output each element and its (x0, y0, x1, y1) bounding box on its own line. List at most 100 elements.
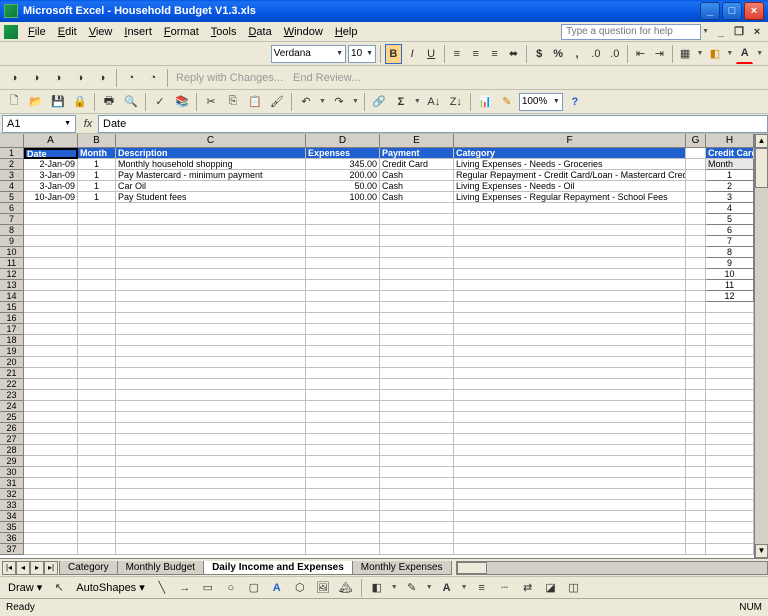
cell-E23[interactable] (380, 390, 454, 401)
cell-F12[interactable] (454, 269, 686, 280)
cell-D36[interactable] (306, 533, 380, 544)
cell-B32[interactable] (78, 489, 116, 500)
cell-F33[interactable] (454, 500, 686, 511)
sheet-tab-monthly-expenses[interactable]: Monthly Expenses (352, 561, 452, 575)
cell-G28[interactable] (686, 445, 706, 456)
row-header-23[interactable]: 23 (0, 390, 24, 401)
cell-D2[interactable]: 345.00 (306, 159, 380, 170)
cell-A19[interactable] (24, 346, 78, 357)
cell-F13[interactable] (454, 280, 686, 291)
cell-C6[interactable] (116, 203, 306, 214)
cell-A1[interactable]: Date (24, 148, 78, 159)
cell-F5[interactable]: Living Expenses - Regular Repayment - Sc… (454, 192, 686, 203)
cell-D14[interactable] (306, 291, 380, 302)
row-header-11[interactable]: 11 (0, 258, 24, 269)
col-header-B[interactable]: B (78, 134, 116, 148)
cell-D6[interactable] (306, 203, 380, 214)
cell-B13[interactable] (78, 280, 116, 291)
cell-G30[interactable] (686, 467, 706, 478)
align-right-button[interactable]: ≡ (486, 44, 503, 64)
cell-F19[interactable] (454, 346, 686, 357)
cell-B8[interactable] (78, 225, 116, 236)
cell-B2[interactable]: 1 (78, 159, 116, 170)
cell-H12[interactable]: 10 (706, 269, 754, 280)
cell-B25[interactable] (78, 412, 116, 423)
review-icon-2[interactable]: ◑ (26, 68, 46, 88)
row-header-17[interactable]: 17 (0, 324, 24, 335)
underline-button[interactable]: U (423, 44, 440, 64)
cell-A23[interactable] (24, 390, 78, 401)
cell-C34[interactable] (116, 511, 306, 522)
cell-H22[interactable] (706, 379, 754, 390)
cell-A33[interactable] (24, 500, 78, 511)
cell-G26[interactable] (686, 423, 706, 434)
merge-center-button[interactable]: ⬌ (505, 44, 522, 64)
cell-F15[interactable] (454, 302, 686, 313)
cell-H24[interactable] (706, 401, 754, 412)
row-header-30[interactable]: 30 (0, 467, 24, 478)
cell-G35[interactable] (686, 522, 706, 533)
cell-D17[interactable] (306, 324, 380, 335)
cell-G27[interactable] (686, 434, 706, 445)
cell-E32[interactable] (380, 489, 454, 500)
cell-D24[interactable] (306, 401, 380, 412)
cell-G16[interactable] (686, 313, 706, 324)
row-header-20[interactable]: 20 (0, 357, 24, 368)
font-color-draw-button[interactable]: A (437, 578, 457, 598)
cell-B9[interactable] (78, 236, 116, 247)
cell-G15[interactable] (686, 302, 706, 313)
cell-F30[interactable] (454, 467, 686, 478)
cell-G3[interactable] (686, 170, 706, 181)
cell-H6[interactable]: 4 (706, 203, 754, 214)
row-header-35[interactable]: 35 (0, 522, 24, 533)
menu-file[interactable]: File (22, 24, 52, 40)
cell-C12[interactable] (116, 269, 306, 280)
cell-C14[interactable] (116, 291, 306, 302)
cell-G2[interactable] (686, 159, 706, 170)
row-header-4[interactable]: 4 (0, 181, 24, 192)
menu-tools[interactable]: Tools (205, 24, 243, 40)
cell-A32[interactable] (24, 489, 78, 500)
cell-D21[interactable] (306, 368, 380, 379)
cell-E22[interactable] (380, 379, 454, 390)
cell-C5[interactable]: Pay Student fees (116, 192, 306, 203)
row-header-16[interactable]: 16 (0, 313, 24, 324)
cell-C1[interactable]: Description (116, 148, 306, 159)
cell-C32[interactable] (116, 489, 306, 500)
font-name-selector[interactable]: Verdana▼ (271, 45, 346, 63)
cell-H32[interactable] (706, 489, 754, 500)
cell-C35[interactable] (116, 522, 306, 533)
cell-H15[interactable] (706, 302, 754, 313)
sheet-tab-daily-income-and-expenses[interactable]: Daily Income and Expenses (203, 561, 353, 575)
end-review-button[interactable]: End Review... (289, 72, 364, 84)
cell-E21[interactable] (380, 368, 454, 379)
new-button[interactable]: 🗋 (4, 92, 24, 112)
cell-H1[interactable]: Credit Card (706, 148, 754, 159)
cell-A9[interactable] (24, 236, 78, 247)
row-header-6[interactable]: 6 (0, 203, 24, 214)
row-header-32[interactable]: 32 (0, 489, 24, 500)
cell-F22[interactable] (454, 379, 686, 390)
cell-B21[interactable] (78, 368, 116, 379)
row-header-37[interactable]: 37 (0, 544, 24, 555)
cell-F28[interactable] (454, 445, 686, 456)
cell-H20[interactable] (706, 357, 754, 368)
cell-E1[interactable]: Payment (380, 148, 454, 159)
cell-H25[interactable] (706, 412, 754, 423)
cell-B12[interactable] (78, 269, 116, 280)
cell-B4[interactable]: 1 (78, 181, 116, 192)
col-header-A[interactable]: A (24, 134, 78, 148)
cell-H18[interactable] (706, 335, 754, 346)
row-header-22[interactable]: 22 (0, 379, 24, 390)
currency-button[interactable]: $ (531, 44, 548, 64)
tab-nav-first[interactable]: |◂ (2, 561, 16, 575)
cell-A25[interactable] (24, 412, 78, 423)
cell-H9[interactable]: 7 (706, 236, 754, 247)
cell-C33[interactable] (116, 500, 306, 511)
tab-nav-next[interactable]: ▸ (30, 561, 44, 575)
cell-G18[interactable] (686, 335, 706, 346)
cell-F11[interactable] (454, 258, 686, 269)
row-header-33[interactable]: 33 (0, 500, 24, 511)
cell-G17[interactable] (686, 324, 706, 335)
decrease-indent-button[interactable]: ⇤ (632, 44, 649, 64)
